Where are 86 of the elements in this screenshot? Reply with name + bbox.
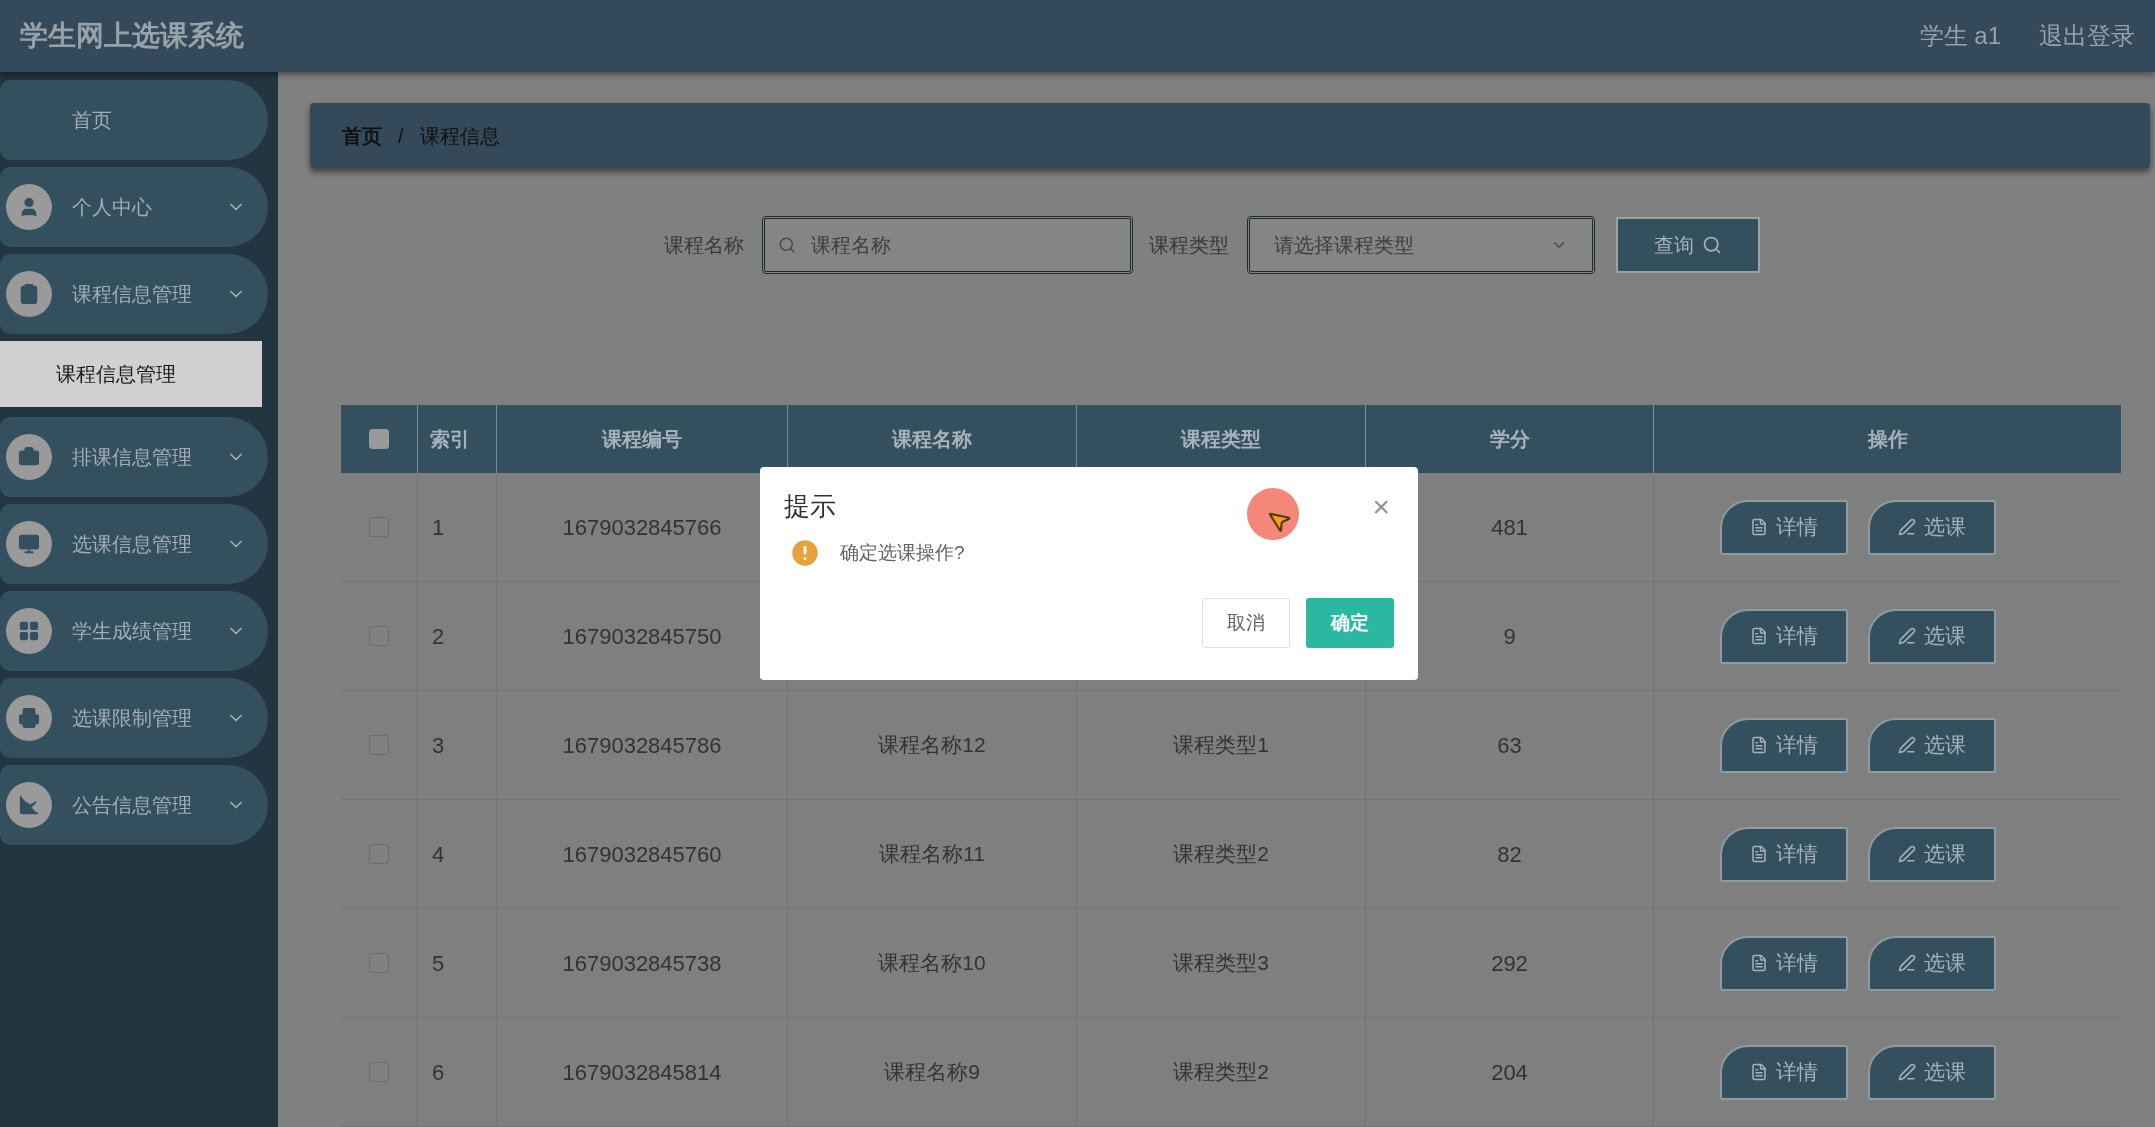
detail-button[interactable]: 详情 [1720,826,1848,882]
table-cell-text: 课程名称12 [878,732,986,759]
app-title: 学生网上选课系统 [20,19,244,53]
table-cell-text: 课程类型2 [1173,1059,1269,1086]
submenu-item[interactable]: 课程信息管理 [0,341,262,407]
sidebar-item[interactable]: 个人中心 [0,167,268,247]
breadcrumb-item: 课程信息 [419,123,500,149]
sidebar-item[interactable]: 选课信息管理 [0,504,268,584]
table-cell: 292 [1366,909,1654,1017]
detail-button[interactable]: 详情 [1720,717,1848,773]
query-button[interactable]: 查询 [1616,217,1760,273]
table-cell-text: 课程类型2 [1173,841,1269,868]
checkbox[interactable] [369,429,389,449]
pencil-icon [1898,954,1916,972]
sidebar-item[interactable]: 排课信息管理 [0,417,268,497]
sidebar-label: 选课限制管理 [72,706,193,731]
search-icon [1702,235,1722,255]
table-cell: 1 [418,473,497,581]
breadcrumb-item[interactable]: 首页 [342,120,382,151]
cancel-button[interactable]: 取消 [1202,598,1290,648]
document-icon [1750,736,1768,754]
table-cell: 3 [418,691,497,799]
sidebar-label: 课程信息管理 [72,282,193,307]
select-course-button[interactable]: 选课 [1868,717,1996,773]
select-course-button[interactable]: 选课 [1868,1044,1996,1100]
person-icon [6,184,52,230]
table-cell: 5 [418,909,497,1017]
sidebar-item[interactable]: 首页 [0,80,268,160]
pencil-icon [1898,518,1916,536]
confirm-button[interactable]: 确定 [1306,598,1394,648]
search-field[interactable]: 课程名称 [762,216,1133,274]
select-course-button[interactable]: 选课 [1868,499,1996,555]
table-cell-text: 课程名称11 [879,841,985,868]
table-cell: 204 [1366,1018,1654,1126]
close-button[interactable]: × [1372,491,1390,522]
breadcrumb-separator: / [398,123,404,149]
detail-button[interactable]: 详情 [1720,935,1848,991]
detail-button[interactable]: 详情 [1720,1044,1848,1100]
table-cell: 4 [418,800,497,908]
detail-button[interactable]: 详情 [1720,608,1848,664]
table-cell-text: 课程名称10 [878,950,986,977]
table-cell-text: 课程名称9 [884,1059,980,1086]
table-cell: 1679032845760 [497,800,788,908]
select-course-button[interactable]: 选课 [1868,608,1996,664]
select-course-button[interactable]: 选课 [1868,935,1996,991]
sidebar-label: 个人中心 [72,195,153,220]
pencil-icon [1898,627,1916,645]
sidebar-item[interactable]: 公告信息管理 [0,765,268,845]
table-cell: 1679032845814 [497,1018,788,1126]
logout-link[interactable]: 退出登录 [2039,18,2135,54]
table-cell: 6 [418,1018,497,1126]
dialog-message: 确定选课操作? [840,540,965,565]
sidebar-label: 选课信息管理 [72,532,193,557]
briefcase-icon [6,434,52,480]
select-course-button[interactable]: 选课 [1868,826,1996,882]
sidebar-label: 排课信息管理 [72,445,193,470]
sidebar-label: 首页 [72,108,113,133]
sidebar-item[interactable]: 选课限制管理 [0,678,268,758]
grid-icon [6,608,52,654]
monitor-icon [6,521,52,567]
table-cell-text: 课程类型1 [1173,732,1269,759]
detail-button[interactable]: 详情 [1720,499,1848,555]
sidebar-item[interactable]: 学生成绩管理 [0,591,268,671]
pencil-icon [1898,736,1916,754]
field-label: 课程类型 [1149,233,1229,258]
table-cell: 63 [1366,691,1654,799]
sidebar-label: 公告信息管理 [72,793,193,818]
table-cell: 2 [418,582,497,690]
sidebar-item[interactable]: 课程信息管理 [0,254,268,334]
document-icon [1750,845,1768,863]
clipboard-icon [6,271,52,317]
document-icon [1750,954,1768,972]
sidebar-label: 学生成绩管理 [72,619,193,644]
document-icon [1750,1063,1768,1081]
type-select[interactable]: 请选择课程类型 [1247,216,1595,274]
table-cell-text: 课程类型3 [1173,950,1269,977]
pencil-icon [1898,845,1916,863]
search-icon [778,236,796,254]
table-cell: 1679032845738 [497,909,788,1017]
table-cell: 82 [1366,800,1654,908]
document-icon [1750,518,1768,536]
field-label: 课程名称 [664,233,744,258]
pencil-icon [1898,1063,1916,1081]
document-icon [1750,627,1768,645]
table-cell: 1679032845786 [497,691,788,799]
user-name: 学生 a1 [1919,21,2001,51]
